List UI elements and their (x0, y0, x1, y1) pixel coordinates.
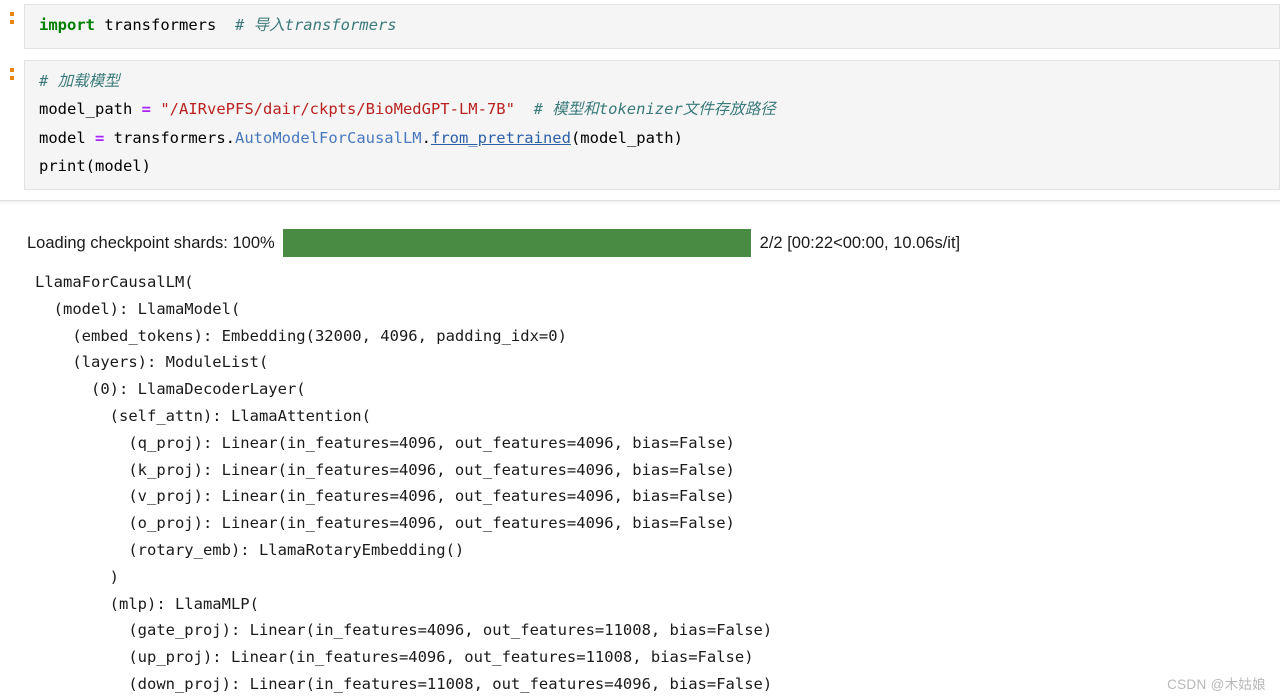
code-token-plain: print(model) (39, 157, 151, 175)
prompt-dot-lower (10, 75, 14, 80)
code-content-1: import transformers # 导入transformers (39, 11, 1271, 40)
code-cell-1[interactable]: import transformers # 导入transformers (0, 0, 1280, 49)
code-token-comment: # 模型和tokenizer文件存放路径 (533, 100, 776, 118)
code-editor-1[interactable]: import transformers # 导入transformers (24, 4, 1280, 49)
code-token-op: = (141, 100, 151, 118)
cell-output-area: Loading checkpoint shards: 100% 2/2 [00:… (0, 206, 1280, 699)
code-token-plain: model (39, 128, 95, 147)
code-token-comment: # 加载模型 (39, 71, 120, 90)
csdn-watermark: CSDN @木姑娘 (1167, 677, 1266, 692)
code-editor-2[interactable]: # 加载模型 model_path = "/AIRvePFS/dair/ckpt… (24, 59, 1280, 190)
progress-bar-track (282, 229, 751, 257)
code-token-plain: (model_path) (570, 128, 683, 147)
code-cell-2[interactable]: # 加载模型 model_path = "/AIRvePFS/dair/ckpt… (0, 59, 1280, 190)
code-token-plain: transformers. (104, 128, 235, 147)
cell-prompt-indicator-1 (0, 4, 14, 24)
code-token-plain: model_path (39, 100, 142, 118)
code-token-class: AutoModelForCausalLM (235, 128, 422, 147)
progress-bar-fill (282, 229, 751, 257)
code-token-op: = (95, 128, 105, 147)
progress-stats: 2/2 [00:22<00:00, 10.06s/it] (759, 233, 961, 252)
code-token-plain: transformers (95, 16, 235, 34)
model-structure-output: LlamaForCausalLM( (model): LlamaModel( (… (35, 273, 773, 693)
prompt-dot-upper (10, 12, 14, 16)
output-separator (0, 200, 1280, 205)
code-content-2: # 加载模型 model_path = "/AIRvePFS/dair/ckpt… (39, 67, 1271, 181)
cell-prompt-indicator-2 (0, 60, 14, 80)
progress-label: Loading checkpoint shards: 100% (27, 233, 275, 252)
code-token-string: "/AIRvePFS/dair/ckpts/BioMedGPT-LM-7B" (160, 100, 515, 118)
prompt-dot-lower (10, 20, 14, 24)
progress-row: Loading checkpoint shards: 100% 2/2 [00:… (0, 225, 1280, 261)
code-token-kw: import (39, 16, 95, 34)
code-token-func: from_pretrained (430, 128, 571, 147)
notebook-page: import transformers # 导入transformers # 加… (0, 0, 1280, 699)
code-token-comment: # 导入transformers (234, 16, 397, 34)
prompt-dot-upper (10, 67, 14, 72)
code-token-plain: . (421, 128, 431, 147)
